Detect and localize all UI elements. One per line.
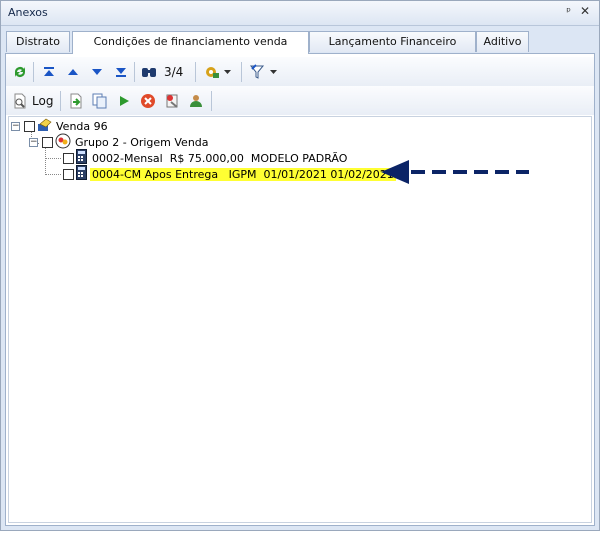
group-icon [55,133,71,152]
tab-aditivo[interactable]: Aditivo [476,31,529,52]
user-icon[interactable] [186,91,206,111]
tree-node-item[interactable]: 0002-Mensal R$ 75.000,00 MODELO PADRÃO [63,149,348,166]
binoculars-icon[interactable] [139,62,159,82]
tree-node-item-selected[interactable]: 0004-CM Apos Entrega IGPM 01/01/2021 01/… [63,165,396,183]
tab-content: 3/4 Log − Venda 96 − Grupo 2 - Origem Ve… [5,53,595,526]
filter-dropdown-icon[interactable] [248,62,280,82]
pin-icon[interactable]: ᵖ [566,5,571,18]
play-icon[interactable] [114,91,134,111]
collapse-icon[interactable]: − [29,137,38,147]
copy-icon[interactable] [90,91,110,111]
log-button[interactable]: Log [32,94,53,108]
tree-node-grupo[interactable]: − Grupo 2 - Origem Venda [29,133,209,152]
checkbox-grupo[interactable] [42,136,53,148]
sale-icon [37,118,53,135]
collapse-icon[interactable]: − [11,121,20,131]
checkbox-venda[interactable] [24,120,35,132]
checkbox-item[interactable] [63,168,74,180]
attach-icon[interactable] [162,91,182,111]
close-icon[interactable]: ✕ [580,4,590,18]
tree-label-item-highlighted: 0004-CM Apos Entrega IGPM 01/01/2021 01/… [90,167,396,181]
financing-tree: − Venda 96 − Grupo 2 - Origem Venda 0002… [8,116,592,523]
tab-strip: Distrato Condições de financiamento vend… [5,31,595,54]
tree-label-item: 0002-Mensal R$ 75.000,00 MODELO PADRÃO [92,151,348,165]
record-counter: 3/4 [164,65,184,79]
log-icon[interactable] [10,91,30,111]
tab-lancamento-financeiro[interactable]: Lançamento Financeiro [309,31,476,52]
previous-icon[interactable] [63,62,83,82]
tree-label-grupo: Grupo 2 - Origem Venda [75,135,209,149]
tab-condicoes-financiamento[interactable]: Condições de financiamento venda [72,31,309,54]
checkbox-item[interactable] [63,152,74,164]
next-icon[interactable] [87,62,107,82]
actions-toolbar: Log [6,86,594,115]
panel-title: Anexos [8,6,48,19]
refresh-icon[interactable] [10,62,30,82]
anexos-panel: Anexos ᵖ ✕ Distrato Condições de financi… [0,0,600,531]
export-icon[interactable] [66,91,86,111]
cancel-icon[interactable] [138,91,158,111]
navigation-toolbar: 3/4 [6,57,594,86]
tools-dropdown-icon[interactable] [202,62,234,82]
calculator-icon [76,165,87,183]
tab-distrato[interactable]: Distrato [6,31,70,52]
first-icon[interactable] [39,62,59,82]
last-icon[interactable] [111,62,131,82]
panel-titlebar: Anexos ᵖ ✕ [1,1,599,26]
tree-label-venda: Venda 96 [56,119,108,133]
annotation-arrow-icon [381,160,529,184]
